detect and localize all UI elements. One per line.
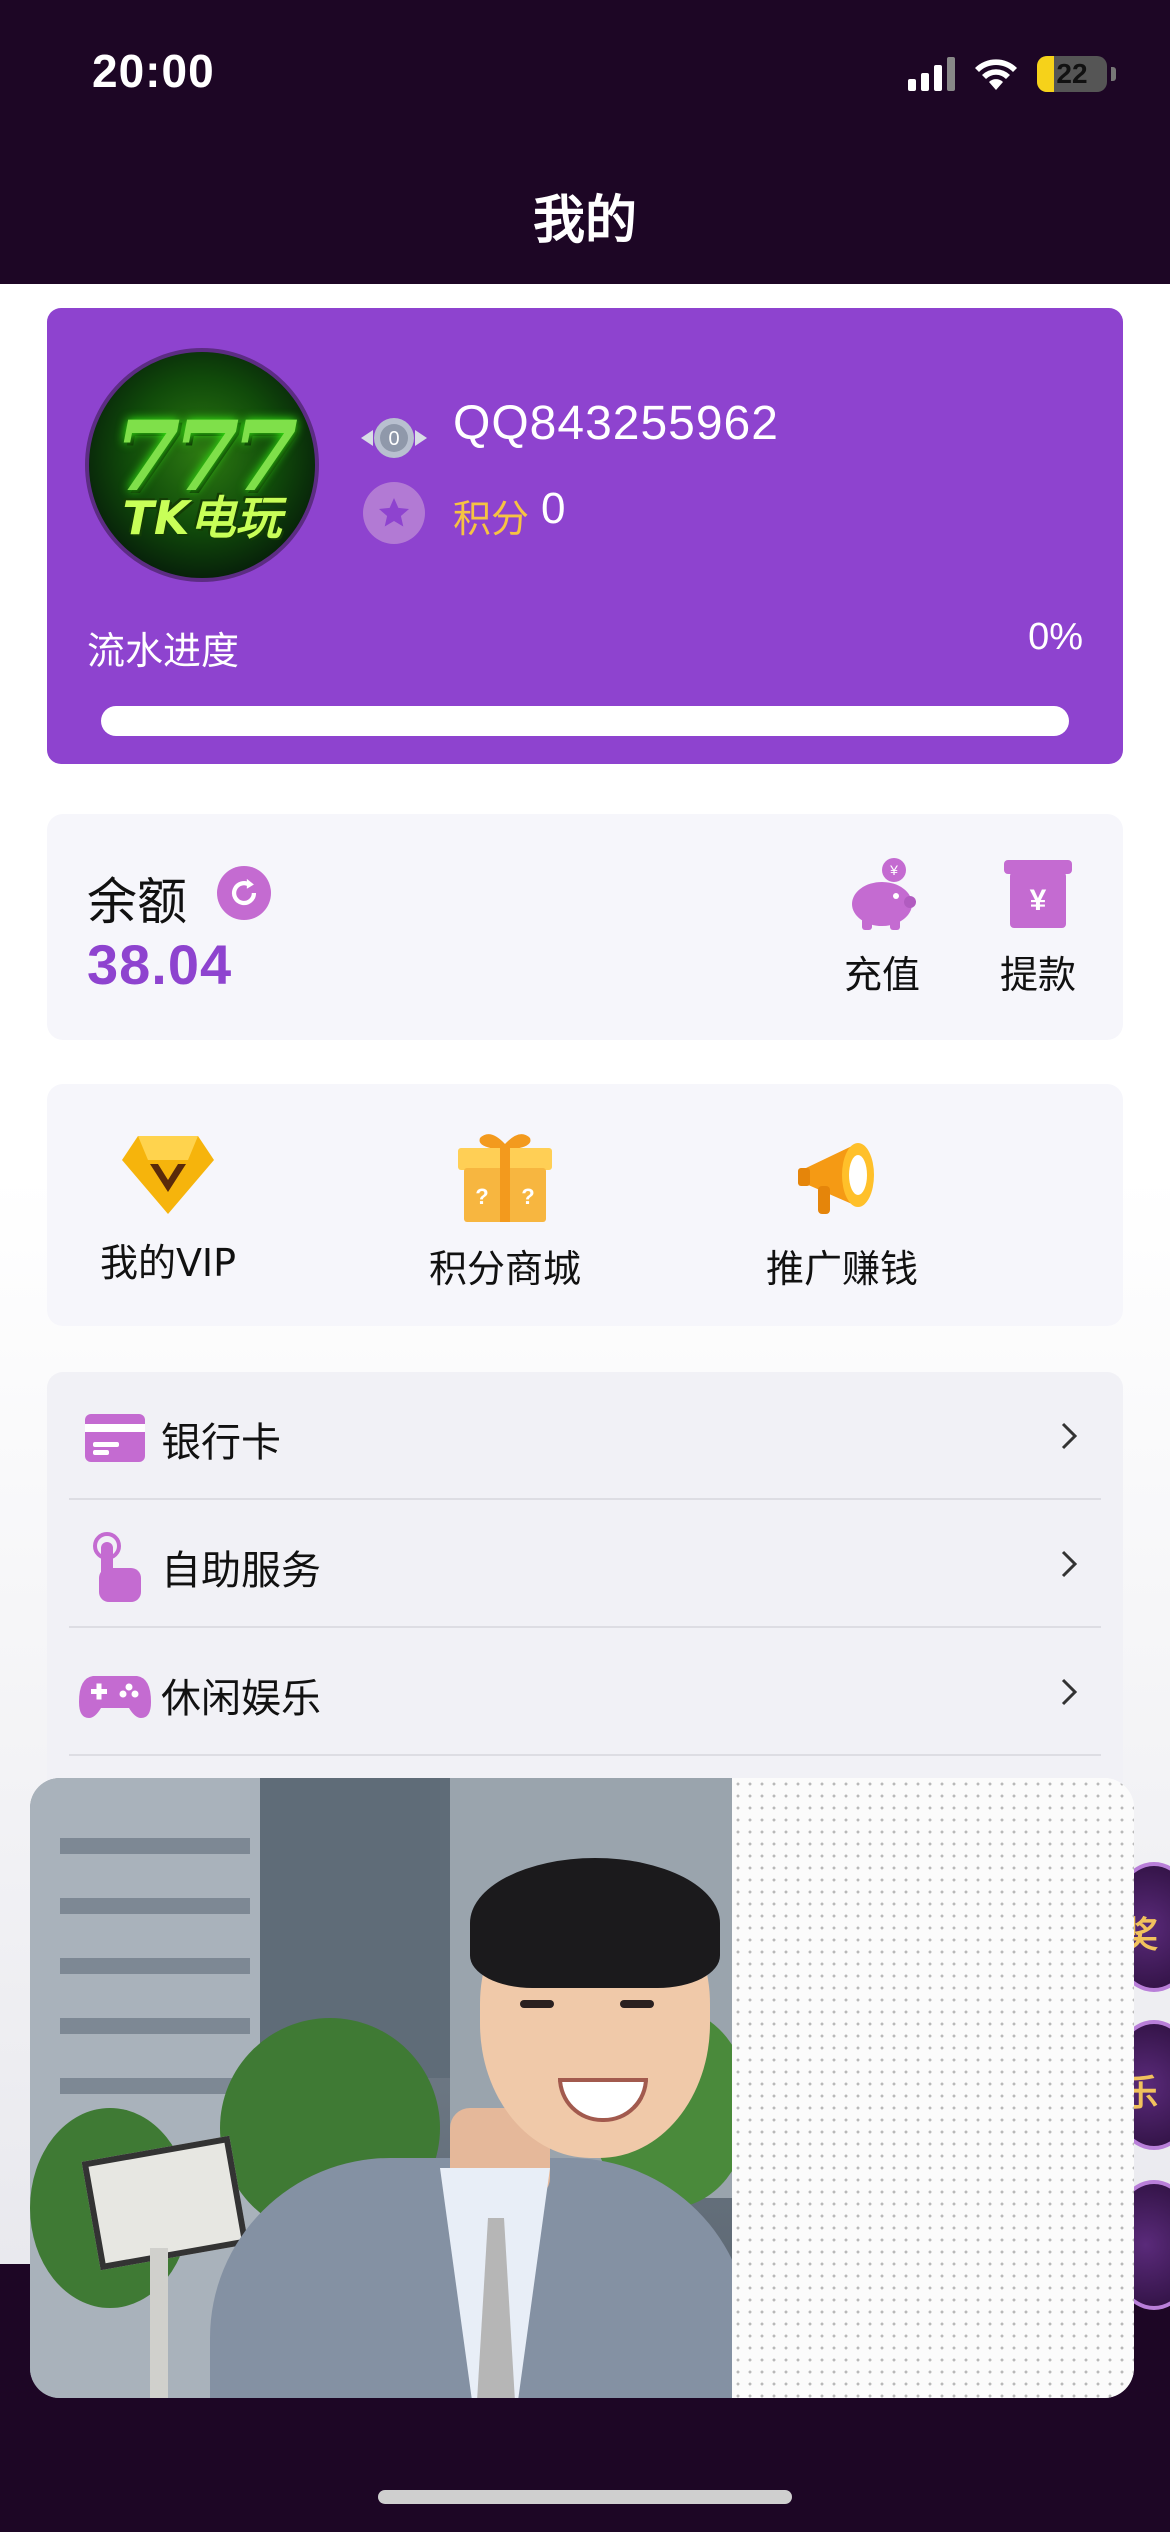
bank-card-icon: [85, 1414, 145, 1462]
balance-value: 38.04: [87, 933, 233, 996]
menu-item-label: 自助服务: [161, 1548, 321, 1594]
withdraw-button[interactable]: ¥ 提款: [983, 856, 1093, 999]
flow-progress-bar: [101, 706, 1069, 736]
recharge-button[interactable]: ¥ 充值: [827, 856, 937, 999]
balance-label: 余额: [87, 873, 187, 931]
signal-icon: [908, 57, 955, 91]
hand-tap-icon: [93, 1532, 141, 1602]
balance-card: 余额 38.04 ¥ 充值 ¥ 提款: [47, 814, 1123, 1040]
wifi-icon: [975, 59, 1017, 90]
chevron-right-icon: [1061, 1678, 1078, 1706]
menu-item-entertainment[interactable]: 休闲娱乐: [69, 1628, 1101, 1756]
flow-progress-percent: 0%: [1028, 616, 1083, 658]
withdraw-cash-icon: ¥: [1004, 860, 1072, 928]
my-vip-button[interactable]: 我的VIP: [48, 1128, 288, 1287]
refresh-icon[interactable]: [217, 866, 271, 920]
points-star-icon: [363, 482, 425, 544]
points-label: 积分: [453, 497, 530, 541]
battery-icon: 22: [1037, 56, 1107, 92]
video-background-pattern: [732, 1778, 1134, 2398]
vip-diamond-icon: [122, 1136, 214, 1214]
gift-box-icon: ? ?: [458, 1134, 552, 1222]
profile-card: 777 TK电玩 0 QQ843255962 积分 0 流水进度 0%: [47, 308, 1123, 764]
home-indicator[interactable]: [378, 2490, 792, 2504]
video-overlay[interactable]: [30, 1778, 1134, 2398]
svg-text:?: ?: [521, 1184, 534, 1209]
video-frame: [30, 1778, 750, 2398]
flow-progress-label: 流水进度: [87, 629, 240, 673]
menu-item-self-service[interactable]: 自助服务: [69, 1500, 1101, 1628]
points-mall-button[interactable]: ? ? 积分商城: [385, 1128, 625, 1293]
points-mall-label: 积分商城: [428, 1247, 581, 1291]
top-bar: 20:00 22 我的: [0, 0, 1170, 284]
menu-item-label: 银行卡: [161, 1420, 281, 1466]
promote-earn-label: 推广赚钱: [765, 1247, 918, 1291]
status-icons: 22: [908, 52, 1116, 96]
piggy-bank-icon: ¥: [852, 858, 916, 930]
svg-text:?: ?: [475, 1184, 488, 1209]
svg-text:¥: ¥: [889, 862, 898, 878]
avatar[interactable]: 777 TK电玩: [85, 348, 319, 582]
feature-card: 我的VIP ? ? 积分商城 推广赚钱: [47, 1084, 1123, 1326]
chevron-right-icon: [1061, 1422, 1078, 1450]
promote-earn-button[interactable]: 推广赚钱: [722, 1128, 962, 1293]
my-vip-label: 我的VIP: [99, 1241, 237, 1285]
level-value: 0: [388, 428, 399, 450]
svg-text:¥: ¥: [1030, 884, 1047, 917]
recharge-label: 充值: [843, 953, 920, 997]
menu-list: 银行卡 自助服务 休闲娱乐: [47, 1372, 1123, 1812]
status-time: 20:00: [92, 45, 215, 97]
chevron-right-icon: [1061, 1550, 1078, 1578]
page-title: 我的: [532, 191, 637, 251]
menu-item-bank-card[interactable]: 银行卡: [69, 1372, 1101, 1500]
battery-level: 22: [1056, 58, 1088, 89]
menu-item-label: 休闲娱乐: [161, 1676, 321, 1722]
megaphone-icon: [798, 1143, 874, 1214]
points-value: 0: [541, 484, 566, 533]
avatar-brand-text: TK电玩: [122, 491, 282, 545]
withdraw-label: 提款: [999, 953, 1076, 997]
username: QQ843255962: [453, 397, 779, 450]
level-badge-icon: 0: [361, 418, 427, 458]
gamepad-icon: [79, 1676, 151, 1718]
